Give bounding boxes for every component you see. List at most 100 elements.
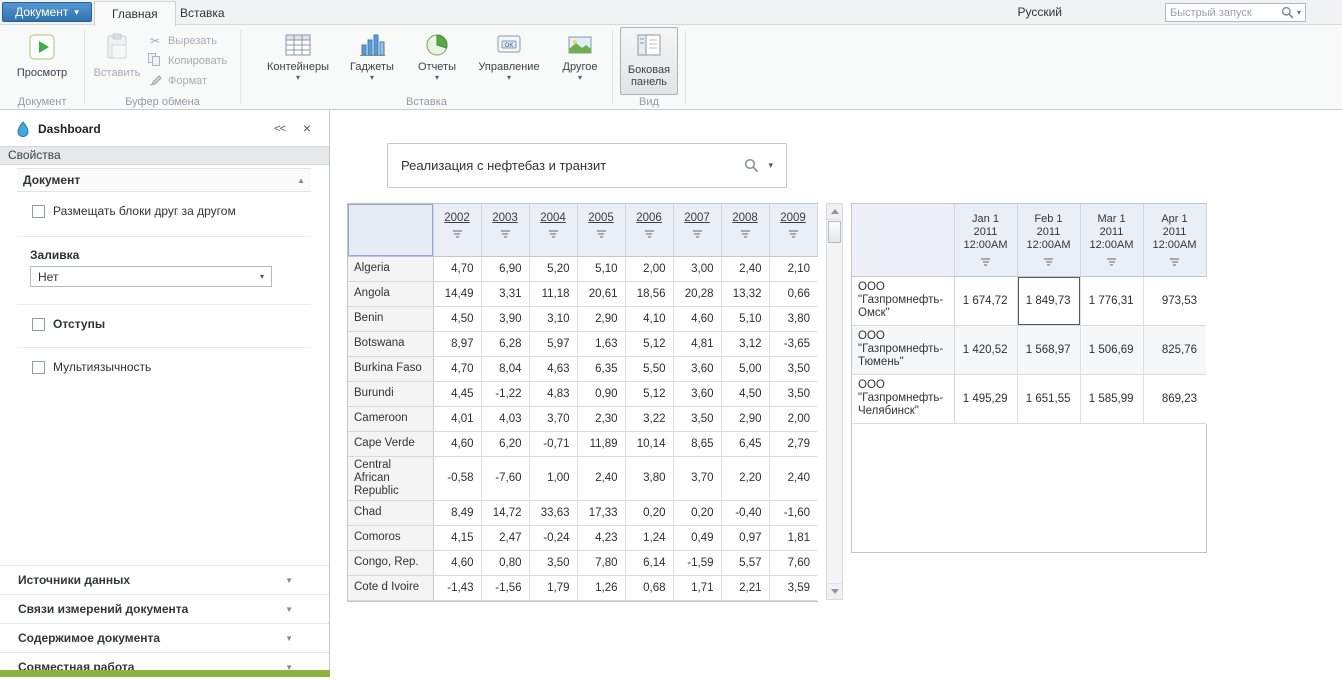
section-dimension-links[interactable]: Связи измерений документа ▼ (0, 594, 329, 623)
paste-button[interactable]: Вставить (90, 28, 144, 92)
data-cell[interactable]: 1 568,97 (1017, 325, 1080, 374)
quick-search-box[interactable]: ▾ (1165, 3, 1306, 22)
data-cell[interactable]: 3,70 (529, 406, 577, 431)
scroll-up-button[interactable] (827, 204, 842, 220)
filter-icon[interactable] (452, 230, 463, 238)
data-cell[interactable]: 1,71 (673, 575, 721, 600)
data-cell[interactable]: 8,65 (673, 431, 721, 456)
data-cell[interactable]: 5,10 (577, 256, 625, 281)
column-header[interactable]: Mar 1201112:00AM (1080, 204, 1143, 276)
column-sort-link[interactable]: 2004 (540, 212, 566, 224)
column-header[interactable]: Apr 1201112:00AM (1143, 204, 1206, 276)
data-cell[interactable]: 18,56 (625, 281, 673, 306)
column-sort-link[interactable]: 2002 (444, 212, 470, 224)
row-label[interactable]: Comoros (348, 525, 433, 550)
row-label[interactable]: ООО "Газпромнефть-Омск" (852, 276, 954, 325)
data-cell[interactable]: 5,12 (625, 381, 673, 406)
data-cell[interactable]: 2,21 (721, 575, 769, 600)
column-header[interactable]: 2008 (721, 204, 769, 256)
data-cell[interactable]: 3,80 (769, 306, 817, 331)
section-document-content[interactable]: Содержимое документа ▼ (0, 623, 329, 652)
data-cell[interactable]: -7,60 (481, 456, 529, 500)
filter-icon[interactable] (980, 258, 991, 266)
data-cell[interactable]: -1,60 (769, 500, 817, 525)
column-header[interactable]: 2009 (769, 204, 817, 256)
data-cell[interactable]: 5,57 (721, 550, 769, 575)
data-cell[interactable]: 0,68 (625, 575, 673, 600)
data-cell[interactable]: 20,28 (673, 281, 721, 306)
vertical-scrollbar[interactable] (826, 203, 843, 600)
data-cell[interactable]: 6,90 (481, 256, 529, 281)
data-cell[interactable]: 33,63 (529, 500, 577, 525)
data-cell[interactable]: 1,81 (769, 525, 817, 550)
data-cell[interactable]: 2,79 (769, 431, 817, 456)
row-label[interactable]: Central African Republic (348, 456, 433, 500)
filter-icon[interactable] (788, 230, 799, 238)
data-cell[interactable]: 4,63 (529, 356, 577, 381)
data-cell[interactable]: 5,10 (721, 306, 769, 331)
format-button[interactable]: Формат (147, 73, 227, 89)
data-cell[interactable]: 3,50 (673, 406, 721, 431)
row-label[interactable]: ООО "Газпромнефть-Тюмень" (852, 325, 954, 374)
data-cell[interactable]: 4,83 (529, 381, 577, 406)
data-cell[interactable]: -1,56 (481, 575, 529, 600)
data-cell[interactable]: 14,72 (481, 500, 529, 525)
data-cell[interactable]: 1 495,29 (954, 374, 1017, 423)
search-icon[interactable] (1281, 6, 1294, 19)
row-label[interactable]: Cameroon (348, 406, 433, 431)
row-label[interactable]: ООО "Газпромнефть-Челябинск" (852, 374, 954, 423)
data-cell[interactable]: 0,49 (673, 525, 721, 550)
grid-corner-cell[interactable] (348, 204, 433, 256)
data-cell[interactable]: 3,00 (673, 256, 721, 281)
data-cell[interactable]: 0,90 (577, 381, 625, 406)
quick-search-input[interactable] (1170, 7, 1281, 19)
data-cell[interactable]: 4,81 (673, 331, 721, 356)
row-label[interactable]: Burkina Faso (348, 356, 433, 381)
data-cell[interactable]: 14,49 (433, 281, 481, 306)
data-cell[interactable]: 0,66 (769, 281, 817, 306)
data-cell[interactable]: 3,80 (625, 456, 673, 500)
column-header[interactable]: 2006 (625, 204, 673, 256)
data-cell[interactable]: 10,14 (625, 431, 673, 456)
data-cell[interactable]: 5,50 (625, 356, 673, 381)
chevron-down-icon[interactable]: ▾ (768, 160, 773, 171)
data-cell[interactable]: 2,40 (721, 256, 769, 281)
data-cell[interactable]: 17,33 (577, 500, 625, 525)
row-label[interactable]: Algeria (348, 256, 433, 281)
column-header[interactable]: 2007 (673, 204, 721, 256)
data-cell[interactable]: 1 776,31 (1080, 276, 1143, 325)
data-cell[interactable]: 1 420,52 (954, 325, 1017, 374)
data-cell[interactable]: 2,20 (721, 456, 769, 500)
column-header[interactable]: Jan 1201112:00AM (954, 204, 1017, 276)
data-cell[interactable]: 5,20 (529, 256, 577, 281)
data-cell[interactable]: -0,40 (721, 500, 769, 525)
data-cell[interactable]: 3,12 (721, 331, 769, 356)
data-cell[interactable]: 5,12 (625, 331, 673, 356)
column-header[interactable]: 2005 (577, 204, 625, 256)
data-cell[interactable]: 4,70 (433, 356, 481, 381)
margins-checkbox[interactable] (32, 318, 45, 331)
row-label[interactable]: Botswana (348, 331, 433, 356)
data-cell[interactable]: 1,24 (625, 525, 673, 550)
side-panel-toggle-button[interactable]: Боковая панель (620, 27, 678, 95)
data-cell[interactable]: 7,60 (769, 550, 817, 575)
data-cell[interactable]: 3,60 (673, 356, 721, 381)
data-cell[interactable]: 4,45 (433, 381, 481, 406)
row-label[interactable]: Benin (348, 306, 433, 331)
data-cell[interactable]: 2,47 (481, 525, 529, 550)
fill-dropdown[interactable]: Нет ▾ (30, 266, 272, 287)
data-cell[interactable]: 8,49 (433, 500, 481, 525)
data-cell[interactable]: 3,60 (673, 381, 721, 406)
row-label[interactable]: Cape Verde (348, 431, 433, 456)
data-cell[interactable]: 3,70 (673, 456, 721, 500)
data-cell[interactable]: 4,10 (625, 306, 673, 331)
data-cell[interactable]: 973,53 (1143, 276, 1206, 325)
data-cell[interactable]: 6,14 (625, 550, 673, 575)
column-header[interactable]: 2003 (481, 204, 529, 256)
data-cell[interactable]: 0,97 (721, 525, 769, 550)
data-cell[interactable]: 4,50 (721, 381, 769, 406)
filter-icon[interactable] (692, 230, 703, 238)
row-label[interactable]: Congo, Rep. (348, 550, 433, 575)
filter-icon[interactable] (644, 230, 655, 238)
column-sort-link[interactable]: 2003 (492, 212, 518, 224)
